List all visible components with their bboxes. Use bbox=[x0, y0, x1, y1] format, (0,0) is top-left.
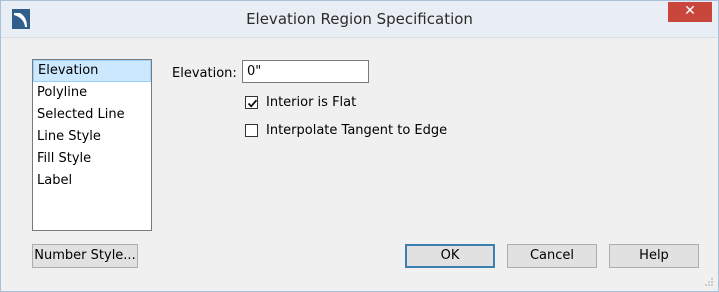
checkmark-icon bbox=[247, 99, 258, 108]
list-item-polyline[interactable]: Polyline bbox=[33, 82, 151, 104]
window-title: Elevation Region Specification bbox=[246, 10, 473, 28]
list-item-selected-line[interactable]: Selected Line bbox=[33, 104, 151, 126]
list-item-fill-style[interactable]: Fill Style bbox=[33, 148, 151, 170]
interpolate-tangent-checkbox[interactable] bbox=[245, 124, 258, 137]
resize-grip-icon[interactable] bbox=[704, 277, 714, 287]
list-item-label[interactable]: Label bbox=[33, 170, 151, 192]
elevation-input[interactable]: 0" bbox=[242, 60, 369, 83]
cancel-button[interactable]: Cancel bbox=[507, 244, 597, 268]
category-list[interactable]: Elevation Polyline Selected Line Line St… bbox=[32, 59, 152, 231]
close-button[interactable]: ✕ bbox=[668, 2, 712, 22]
interpolate-tangent-label: Interpolate Tangent to Edge bbox=[266, 123, 448, 138]
number-style-button[interactable]: Number Style... bbox=[32, 244, 138, 268]
close-icon: ✕ bbox=[684, 3, 696, 19]
elevation-label: Elevation: bbox=[172, 66, 237, 81]
ok-button[interactable]: OK bbox=[405, 244, 495, 268]
dialog-window: Elevation Region Specification ✕ Elevati… bbox=[0, 0, 719, 292]
list-item-elevation[interactable]: Elevation bbox=[33, 60, 151, 82]
list-item-line-style[interactable]: Line Style bbox=[33, 126, 151, 148]
interior-flat-checkbox[interactable] bbox=[245, 96, 258, 109]
help-button[interactable]: Help bbox=[609, 244, 699, 268]
title-bar[interactable]: Elevation Region Specification ✕ bbox=[1, 1, 718, 38]
interior-flat-label: Interior is Flat bbox=[266, 95, 357, 110]
